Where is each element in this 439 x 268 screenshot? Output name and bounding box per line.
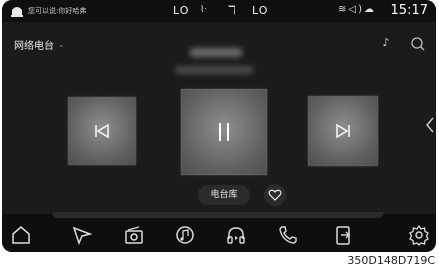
prev-station-card[interactable] [68,97,136,165]
next-station-card[interactable] [308,96,378,166]
settings-button[interactable] [408,224,430,246]
source-label: 网络电台 [14,41,54,52]
status-icons: ≋◁)☁ [338,4,376,15]
music-button[interactable] [174,224,196,246]
headphones-icon [227,227,245,244]
navigation-button[interactable] [71,224,93,246]
station-subtitle-blurred [175,66,253,74]
home-button[interactable] [10,224,32,246]
cloud-icon: ☁ [364,4,376,15]
phone-mirror-icon [336,226,350,245]
now-playing-card[interactable] [181,89,267,175]
volume-icon: ◁) [348,4,364,15]
temp-left[interactable]: LO [173,4,189,17]
search-icon[interactable] [410,36,426,52]
seat-heat-icon[interactable]: ⌇ᐧ [200,5,207,15]
bottom-dock [2,212,436,252]
temp-right[interactable]: LO [252,4,268,17]
wifi-icon: ≋ [338,4,349,15]
chevron-down-icon: ⌄ [58,40,65,49]
fan-icon[interactable]: ℸ [228,3,236,17]
favorite-button[interactable] [264,184,286,206]
phone-icon [279,226,297,244]
skip-previous-icon [95,123,109,139]
clock: 15:17 [390,3,428,18]
phone-mirror-button[interactable] [332,224,354,246]
home-icon [12,226,30,244]
image-id-caption: 350D148D719C [347,254,435,267]
source-select[interactable]: 网络电台 ⌄ [14,37,65,52]
status-bar: 您可以说:你好哈弗 LO ⌇ᐧ ℸ LO ≋◁)☁ 15:17 [2,0,436,22]
navigation-icon [72,226,93,246]
car-screen: 您可以说:你好哈弗 LO ⌇ᐧ ℸ LO ≋◁)☁ 15:17 网络电台 ⌄ ♪ [2,0,436,252]
heart-icon [268,189,282,201]
skip-next-icon [336,123,350,139]
music-note-icon[interactable]: ♪ [376,36,396,52]
radio-icon [125,226,143,244]
chevron-left-icon[interactable] [425,117,435,133]
music-disc-icon [176,226,194,244]
podcast-button[interactable] [225,224,247,246]
gear-icon [409,224,429,246]
assistant-icon[interactable] [10,4,24,18]
radio-library-button[interactable]: 电台库 [198,185,250,205]
phone-button[interactable] [277,224,299,246]
dock-shelf [52,212,384,218]
station-title-blurred [190,48,242,57]
radio-button[interactable] [123,224,145,246]
pause-icon[interactable] [213,121,235,143]
voice-hint-text: 您可以说:你好哈弗 [28,7,87,15]
